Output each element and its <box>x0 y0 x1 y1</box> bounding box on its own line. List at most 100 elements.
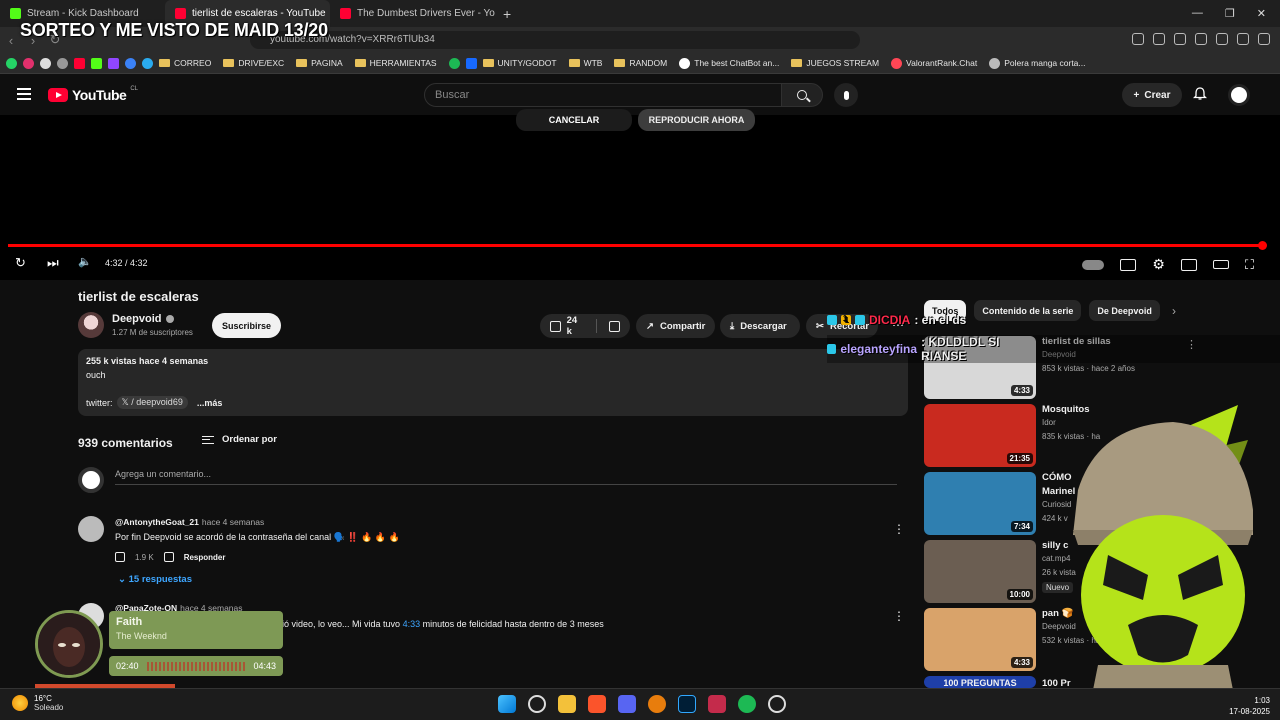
like-count[interactable]: 24 k <box>567 315 585 337</box>
extension-icon[interactable] <box>1258 33 1270 45</box>
volume-icon[interactable]: 🔈 <box>78 255 92 268</box>
channel-avatar[interactable] <box>78 312 104 338</box>
paypal-icon[interactable] <box>125 57 136 69</box>
search-input[interactable]: Buscar <box>424 83 782 107</box>
comment-menu-icon[interactable]: ⋮ <box>893 609 905 623</box>
bookmark-link[interactable]: Polera manga corta... <box>989 57 1086 69</box>
bookmark-link[interactable]: The best ChatBot an... <box>679 57 779 69</box>
twitter-link[interactable]: 𝕏 / deepvoid69 <box>116 396 188 409</box>
minimize-icon[interactable]: — <box>1192 7 1203 20</box>
weather-widget[interactable]: 16°C Soleado <box>12 694 63 712</box>
extension-icon[interactable] <box>1237 33 1249 45</box>
cancel-autoplay-button[interactable]: CANCELAR <box>516 109 632 131</box>
channel-name[interactable]: Deepvoid <box>112 313 174 325</box>
chip-series[interactable]: Contenido de la serie <box>974 300 1082 321</box>
blender-icon[interactable] <box>648 695 666 713</box>
view-replies-button[interactable]: ⌄ 15 respuestas <box>118 574 192 585</box>
like-icon[interactable] <box>115 552 125 562</box>
tab-youtube-other[interactable]: The Dumbest Drivers Ever - YouTube <box>330 0 495 27</box>
voice-search-button[interactable] <box>834 83 858 107</box>
replay-icon[interactable]: ↻ <box>15 255 26 271</box>
system-clock[interactable]: 1:03 17-08-2025 <box>1229 695 1270 717</box>
x-icon[interactable] <box>40 57 51 69</box>
timestamp-link[interactable]: 4:33 <box>403 619 421 629</box>
video-thumbnail[interactable]: 10:00 <box>924 540 1036 603</box>
kick-icon[interactable] <box>91 57 102 69</box>
settings-icon[interactable]: ⚙ <box>1152 256 1165 273</box>
miniplayer-icon[interactable] <box>1180 258 1197 271</box>
search-icon[interactable] <box>528 695 546 713</box>
twitch-icon[interactable] <box>108 57 119 69</box>
bookmark-folder[interactable]: JUEGOS STREAM <box>791 58 879 68</box>
instagram-icon[interactable] <box>23 57 34 69</box>
brave-icon[interactable] <box>588 695 606 713</box>
theater-mode-icon[interactable] <box>1212 260 1229 269</box>
extension-icon[interactable] <box>1132 33 1144 45</box>
extension-icon[interactable] <box>1195 33 1207 45</box>
share-button[interactable]: ↗ Compartir <box>636 314 715 338</box>
bookmark-folder[interactable]: PAGINA <box>296 58 343 68</box>
close-window-icon[interactable]: ✕ <box>1257 7 1266 20</box>
video-thumbnail[interactable]: 100 PREGUNTAS <box>924 676 1036 688</box>
extension-icon[interactable] <box>1216 33 1228 45</box>
behance-icon[interactable] <box>465 57 477 69</box>
url-field[interactable]: youtube.com/watch?v=XRRr6TlUb34 <box>250 31 860 49</box>
play-now-button[interactable]: REPRODUCIR AHORA <box>638 109 755 131</box>
windows-start-icon[interactable] <box>498 695 516 713</box>
obs-icon[interactable] <box>768 695 786 713</box>
file-explorer-icon[interactable] <box>558 695 576 713</box>
download-button[interactable]: ⤓ Descargar <box>720 314 800 338</box>
fullscreen-icon[interactable]: ⛶ <box>1245 257 1254 273</box>
bookmark-link[interactable]: ValorantRank.Chat <box>891 57 977 69</box>
description-box[interactable]: 255 k vistas hace 4 semanas ouch twitter… <box>78 349 908 416</box>
valorant-icon[interactable] <box>708 695 726 713</box>
extension-icon[interactable] <box>1153 33 1165 45</box>
bookmark-folder[interactable]: WTB <box>568 58 602 68</box>
bookmark-folder[interactable]: HERRAMIENTAS <box>354 58 437 68</box>
next-icon[interactable]: ⏭ <box>47 255 59 271</box>
subscribe-button[interactable]: Suscribirse <box>212 313 281 338</box>
back-icon[interactable]: ‹ <box>0 33 22 48</box>
commenter-avatar[interactable] <box>78 516 104 542</box>
extension-icon[interactable] <box>1174 33 1186 45</box>
bookmark-folder[interactable]: RANDOM <box>614 58 667 68</box>
spotify-icon[interactable] <box>738 695 756 713</box>
whatsapp-icon[interactable] <box>6 57 17 69</box>
discord-icon[interactable] <box>618 695 636 713</box>
bookmark-folder[interactable]: DRIVE/EXC <box>223 58 284 68</box>
show-more-link[interactable]: ...más <box>197 398 223 408</box>
bookmark-folder[interactable]: CORREO <box>159 58 211 68</box>
maximize-icon[interactable]: ❐ <box>1225 7 1235 20</box>
photoshop-icon[interactable] <box>678 695 696 713</box>
comment-menu-icon[interactable]: ⋮ <box>893 522 905 536</box>
dislike-icon[interactable] <box>609 320 620 332</box>
apple-icon[interactable] <box>57 57 68 69</box>
telegram-icon[interactable] <box>142 57 153 69</box>
video-thumbnail[interactable]: 4:33 <box>924 608 1036 671</box>
sort-button[interactable]: Ordenar por <box>202 434 277 445</box>
progress-bar[interactable] <box>8 244 1263 247</box>
like-icon[interactable] <box>550 320 561 332</box>
new-tab-button[interactable]: + <box>495 6 519 22</box>
notifications-icon[interactable] <box>1193 87 1207 101</box>
menu-icon[interactable] <box>17 88 31 100</box>
chip-from-channel[interactable]: De Deepvoid <box>1089 300 1160 321</box>
account-avatar[interactable] <box>1228 84 1250 106</box>
video-player[interactable]: CANCELAR REPRODUCIR AHORA ↻ ⏭ 🔈 4:32 / 4… <box>0 109 1280 280</box>
search-button[interactable] <box>781 83 823 107</box>
progress-scrubber[interactable] <box>1258 241 1267 250</box>
bookmark-folder[interactable]: UNITY/GODOT <box>482 58 557 68</box>
add-comment-input[interactable]: Agrega un comentario... <box>115 469 897 485</box>
reply-button[interactable]: Responder <box>184 553 226 562</box>
spotify-icon[interactable] <box>448 57 460 69</box>
create-button[interactable]: + Crear <box>1122 83 1182 107</box>
video-thumbnail[interactable]: 7:34 <box>924 472 1036 535</box>
youtube-logo[interactable]: YouTube CL <box>48 86 138 103</box>
subtitles-icon[interactable] <box>1120 258 1137 271</box>
dislike-icon[interactable] <box>163 552 174 562</box>
youtube-icon[interactable] <box>74 57 85 69</box>
chevron-right-icon[interactable]: › <box>1172 304 1176 318</box>
video-thumbnail[interactable]: 21:35 <box>924 404 1036 467</box>
autoplay-toggle[interactable] <box>1082 259 1105 270</box>
comment-author[interactable]: @AntonytheGoat_21 hace 4 semanas <box>115 517 264 527</box>
